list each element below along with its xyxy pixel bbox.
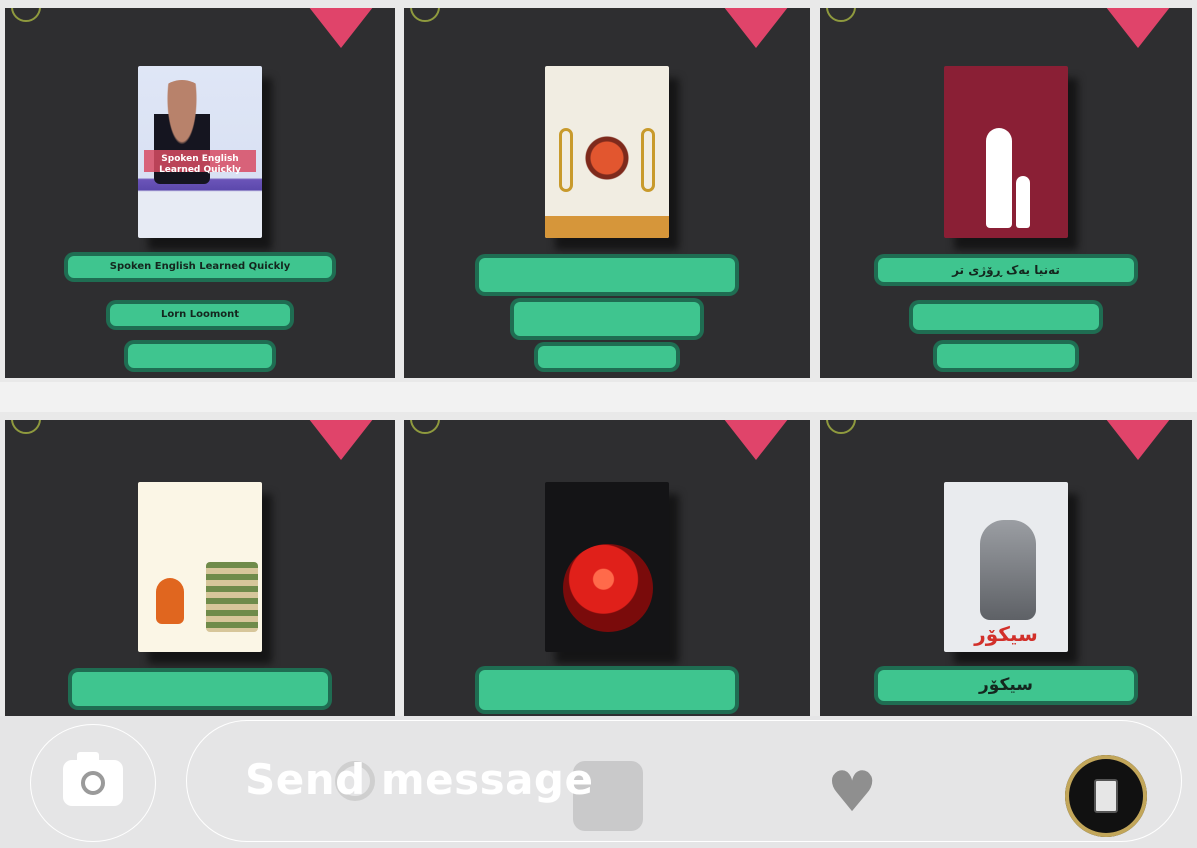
book-cover — [944, 66, 1068, 238]
story-ring-icon — [410, 8, 440, 22]
post-caption-bar — [0, 382, 1197, 412]
cover-bottom-bar — [545, 216, 669, 238]
camera-button[interactable] — [30, 724, 156, 842]
bookmark-ribbon-icon — [720, 8, 792, 48]
bookmark-ribbon-icon — [1102, 8, 1174, 48]
book-translator-label — [538, 346, 676, 368]
book-post-5[interactable] — [404, 420, 810, 720]
book-cover: Spoken English Learned Quickly — [138, 66, 262, 238]
book-cover — [545, 482, 669, 652]
bookmark-ribbon-icon — [720, 420, 792, 460]
book-title-label — [479, 670, 735, 710]
shared-post-grid: Spoken English Learned Quickly Spoken En… — [0, 0, 1197, 720]
story-ring-icon — [11, 8, 41, 22]
book-post-1[interactable]: Spoken English Learned Quickly Spoken En… — [5, 8, 395, 378]
story-ring-icon — [826, 420, 856, 434]
book-cover: سیکۆر — [944, 482, 1068, 652]
message-input[interactable]: Send message ♥ — [186, 720, 1182, 842]
bookmark-ribbon-icon — [1102, 420, 1174, 460]
bookmark-ribbon-icon — [305, 8, 377, 48]
cover-apple-image — [563, 544, 653, 632]
book-translator-label — [937, 344, 1075, 368]
book-title-label: Spoken English Learned Quickly — [68, 256, 332, 278]
cover-mother-silhouette — [986, 128, 1012, 228]
book-title-label: سیکۆر — [878, 670, 1134, 701]
heart-icon[interactable]: ♥ — [827, 765, 877, 821]
book-post-6[interactable]: سیکۆر سیکۆر — [820, 420, 1192, 720]
camera-icon — [63, 752, 123, 806]
book-author-label — [913, 304, 1099, 330]
book-title-label — [479, 258, 735, 292]
story-ring-icon — [11, 420, 41, 434]
chat-screen: Spoken English Learned Quickly Spoken En… — [0, 0, 1197, 848]
book-post-3[interactable]: تەنیا یەک ڕۆژی تر — [820, 8, 1192, 378]
sticker-button[interactable] — [1065, 755, 1147, 837]
message-composer: Send message ♥ — [0, 716, 1197, 848]
cover-ornament — [641, 128, 655, 192]
cover-title: سیکۆر — [974, 622, 1038, 646]
cover-child-image — [156, 578, 184, 624]
cover-heart-image — [585, 136, 629, 180]
book-cover — [138, 482, 262, 652]
message-placeholder: Send message — [245, 755, 594, 804]
bookmark-ribbon-icon — [305, 420, 377, 460]
sticker-icon — [1094, 779, 1118, 813]
cover-title: Spoken English Learned Quickly — [159, 154, 241, 175]
cover-child-silhouette — [1016, 176, 1030, 228]
book-author-label — [514, 302, 700, 336]
story-ring-icon — [410, 420, 440, 434]
story-ring-icon — [826, 8, 856, 22]
book-translator-label — [128, 344, 272, 368]
cover-ornament — [559, 128, 573, 192]
book-cover — [545, 66, 669, 238]
book-author-label: Lorn Loomont — [110, 304, 290, 326]
cover-books-image — [206, 562, 258, 632]
book-post-2[interactable] — [404, 8, 810, 378]
cover-statue-image — [980, 520, 1036, 620]
book-title-label: تەنیا یەک ڕۆژی تر — [878, 258, 1134, 283]
book-title-label — [72, 672, 328, 706]
book-post-4[interactable] — [5, 420, 395, 720]
